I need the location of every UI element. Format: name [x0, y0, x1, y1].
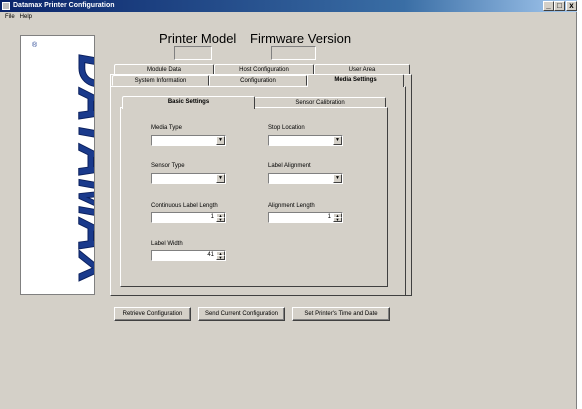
basic-settings-panel: Media Type ▼ Stop Location ▼ Sensor Type… — [120, 107, 388, 287]
tab-media-settings[interactable]: Media Settings — [307, 74, 404, 87]
title-bar[interactable]: Datamax Printer Configuration _ □ x — [0, 0, 577, 12]
spin-down-icon[interactable]: ▼ — [216, 255, 225, 260]
firmware-version-field — [271, 46, 316, 60]
maximize-button[interactable]: □ — [554, 1, 565, 11]
logo-graphic: DATAMAX — [67, 54, 95, 288]
stop-location-label: Stop Location — [268, 125, 305, 131]
logo-wordmark: DATAMAX — [67, 54, 95, 287]
sensor-type-label: Sensor Type — [151, 163, 185, 169]
main-window: Datamax Printer Configuration _ □ x File… — [0, 0, 577, 409]
label-width-spinner[interactable]: 41 ▲ ▼ — [151, 250, 226, 261]
set-time-date-button[interactable]: Set Printer's Time and Date — [292, 307, 390, 321]
continuous-label-length-spinner[interactable]: 1 ▲ ▼ — [151, 212, 226, 223]
menu-file[interactable]: File — [5, 14, 15, 20]
media-type-label: Media Type — [151, 125, 182, 131]
tab-configuration[interactable]: Configuration — [209, 75, 307, 86]
datamax-logo: ® DATAMAX — [20, 35, 95, 295]
label-alignment-select[interactable]: ▼ — [268, 173, 343, 184]
alignment-length-value: 1 — [327, 214, 331, 220]
continuous-label-length-value: 1 — [210, 214, 214, 220]
close-button[interactable]: x — [566, 1, 577, 11]
alignment-length-label: Alignment Length — [268, 203, 315, 209]
media-settings-panel: Basic Settings Sensor Calibration Media … — [110, 86, 406, 296]
window-title: Datamax Printer Configuration — [13, 2, 115, 9]
chevron-down-icon[interactable]: ▼ — [216, 174, 225, 183]
label-width-label: Label Width — [151, 241, 183, 247]
spin-down-icon[interactable]: ▼ — [333, 217, 342, 222]
spin-down-icon[interactable]: ▼ — [216, 217, 225, 222]
printer-model-label: Printer Model — [159, 31, 237, 46]
app-icon[interactable] — [2, 2, 10, 10]
alignment-length-spinner[interactable]: 1 ▲ ▼ — [268, 212, 343, 223]
media-type-select[interactable]: ▼ — [151, 135, 226, 146]
subtab-basic-settings[interactable]: Basic Settings — [122, 96, 255, 109]
sensor-type-select[interactable]: ▼ — [151, 173, 226, 184]
chevron-down-icon[interactable]: ▼ — [216, 136, 225, 145]
continuous-label-length-label: Continuous Label Length — [151, 203, 218, 209]
minimize-button[interactable]: _ — [543, 1, 554, 11]
menu-help[interactable]: Help — [20, 14, 32, 20]
label-width-value: 41 — [207, 252, 214, 258]
send-configuration-button[interactable]: Send Current Configuration — [198, 307, 285, 321]
chevron-down-icon[interactable]: ▼ — [333, 174, 342, 183]
retrieve-configuration-button[interactable]: Retrieve Configuration — [114, 307, 191, 321]
menu-bar: File Help — [0, 12, 577, 22]
chevron-down-icon[interactable]: ▼ — [333, 136, 342, 145]
firmware-version-label: Firmware Version — [250, 31, 352, 46]
printer-model-field — [174, 46, 212, 60]
tab-system-information[interactable]: System Information — [112, 75, 209, 86]
stop-location-select[interactable]: ▼ — [268, 135, 343, 146]
label-alignment-label: Label Alignment — [268, 163, 311, 169]
